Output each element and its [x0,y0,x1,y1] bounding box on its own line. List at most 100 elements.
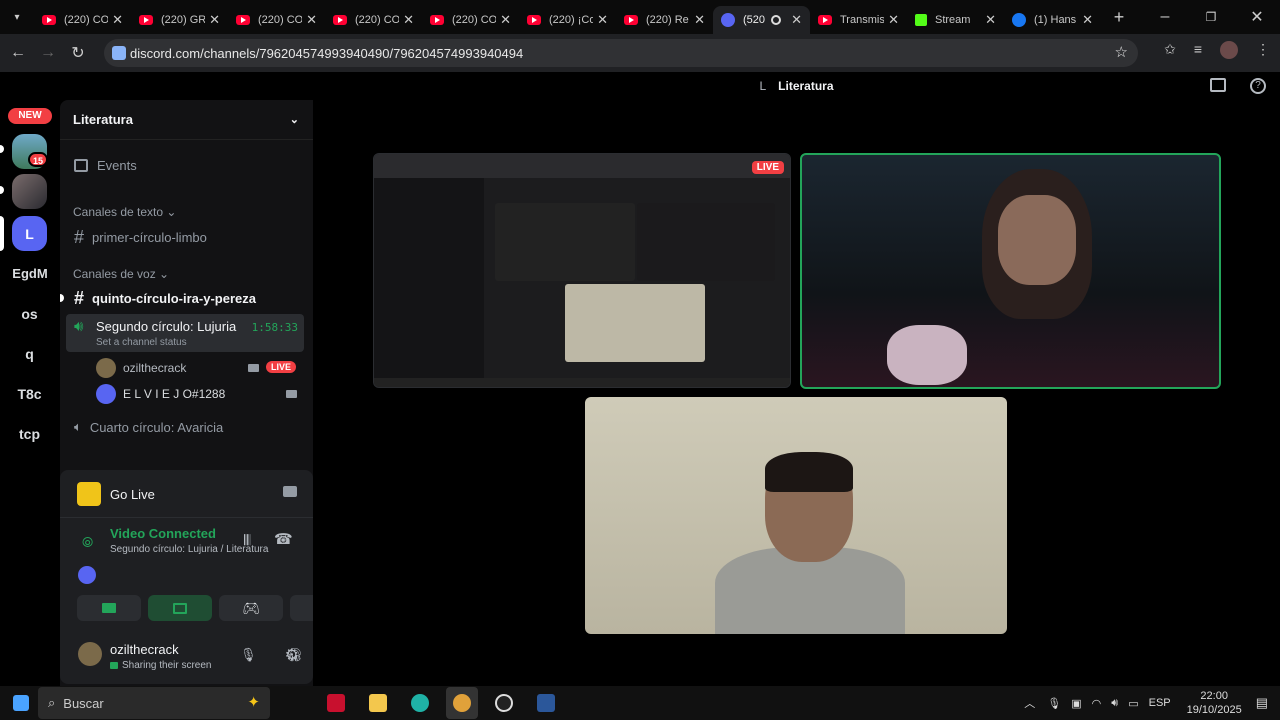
server-unread-pill [0,145,4,153]
browser-menu-icon[interactable]: ⋮ [1256,41,1270,59]
browser-toolbar: ← → ↻ discord.com/channels/7962045749939… [0,34,1280,72]
windows-start-icon[interactable] [4,687,38,719]
settings-gear-icon[interactable]: ⚙︎ [285,645,299,665]
chrome-icon[interactable] [446,687,478,719]
voice-user-ozilthecrack[interactable]: ozilthecrack LIVE [96,356,304,380]
channel-status[interactable]: Set a channel status [96,337,187,348]
browser-tab[interactable]: Transmis ✕ [810,6,907,34]
close-tab-icon[interactable]: ✕ [306,12,317,28]
stream-live-badge: LIVE [751,161,784,174]
language-indicator[interactable]: ESP [1149,697,1171,709]
screen-share-tile[interactable]: LIVE [373,153,791,388]
signal-icon: ⦾ [82,534,94,550]
close-tab-icon[interactable]: ✕ [985,12,996,28]
channel-primer-circulo-limbo[interactable]: # primer-círculo-limbo [66,222,304,252]
taskbar-search[interactable]: ⌕ Buscar ✦ [38,687,270,719]
server-icon-q[interactable]: q [12,336,47,371]
go-live-row[interactable]: Go Live [60,470,313,518]
close-tab-icon[interactable]: ✕ [209,12,220,28]
server-icon-egdm[interactable]: EgdM [8,256,52,291]
voice-timer: 1:58:33 [251,321,298,334]
close-tab-icon[interactable]: ✕ [791,12,802,28]
server-icon-2[interactable] [12,174,47,209]
video-connected-label[interactable]: Video Connected [110,526,216,541]
events-item[interactable]: Events [66,150,304,180]
media-control-icon[interactable]: ≡ [1194,41,1202,59]
browser-tab[interactable]: (220) CO ✕ [228,6,325,34]
reload-icon[interactable]: ↻ [66,41,90,65]
voice-channel-segundo-circulo[interactable]: 🔊︎ Segundo círculo: Lujuria 1:58:33 Set … [66,314,304,352]
camera-button[interactable] [77,595,141,621]
browser-tab[interactable]: (220) GR ✕ [131,6,228,34]
voice-user-elviejo[interactable]: E L V I E J O#1288 [96,382,304,406]
back-icon[interactable]: ← [6,41,30,65]
display-tray-icon[interactable]: ▣ [1071,697,1081,710]
tab-search-icon[interactable]: ▾ [0,5,34,29]
server-selected-pill [0,216,4,251]
help-icon[interactable]: ? [1250,78,1266,94]
voice-category-label: Canales de voz [73,267,156,281]
close-tab-icon[interactable]: ✕ [500,12,511,28]
server-icon-tcp[interactable]: tcp [12,416,47,451]
maximize-icon[interactable]: ❐ [1188,5,1234,29]
file-explorer-icon[interactable] [362,687,394,719]
recording-icon [771,15,782,25]
browser-tab[interactable]: (1) Hans ✕ [1004,6,1101,34]
close-tab-icon[interactable]: ✕ [403,12,414,28]
disconnect-icon[interactable]: ☎︎ [274,530,293,548]
browser-tab[interactable]: (220) Re ✕ [616,6,713,34]
close-go-live-icon[interactable] [283,486,297,497]
close-tab-icon[interactable]: ✕ [1082,12,1093,28]
notifications-icon[interactable]: ▤ [1256,695,1268,711]
bookmark-star-icon[interactable]: ☆ [1115,43,1128,61]
word-icon[interactable] [530,687,562,719]
mic-tray-icon[interactable]: 🎙︎ [1047,697,1061,710]
server-mention-badge: 15 [28,152,48,167]
close-window-icon[interactable]: ✕ [1234,5,1280,29]
site-info-icon[interactable] [112,46,126,60]
forward-icon[interactable]: → [36,41,60,65]
close-tab-icon[interactable]: ✕ [112,12,123,28]
inbox-icon[interactable] [1210,78,1226,92]
browser-tab[interactable]: Stream ✕ [907,6,1004,34]
camera-tile-speaking[interactable] [800,153,1221,389]
server-icon-t8c[interactable]: T8c [12,376,47,411]
tray-expand-icon[interactable]: ︿ [1024,695,1035,711]
camera-tile-elviejo[interactable] [585,397,1007,634]
taskbar-app-red[interactable] [320,687,352,719]
new-tab-button[interactable]: + [1107,5,1131,29]
bookmarks-icon[interactable]: ✩ [1164,41,1176,59]
live-badge: LIVE [266,361,297,373]
close-tab-icon[interactable]: ✕ [597,12,608,28]
browser-tab[interactable]: (220) CO ✕ [325,6,422,34]
channel-quinto-circulo[interactable]: # quinto-círculo-ira-y-pereza [66,283,304,313]
address-bar[interactable]: discord.com/channels/796204574993940490/… [104,39,1138,67]
activity-icon[interactable] [78,566,96,584]
obs-icon[interactable] [488,687,520,719]
edge-icon[interactable] [404,687,436,719]
voice-channel-cuarto-circulo[interactable]: 🔈︎ Cuarto círculo: Avaricia [66,412,304,442]
server-header[interactable]: Literatura ⌄ [60,100,313,140]
screen-share-button[interactable] [148,595,212,621]
close-tab-icon[interactable]: ✕ [888,12,899,28]
tab-title: (220) CO [452,14,497,26]
close-tab-icon[interactable]: ✕ [694,12,705,28]
noise-suppression-icon[interactable]: 𝄃𝄃 [244,532,250,549]
browser-tab[interactable]: (220) CO ✕ [34,6,131,34]
user-avatar[interactable] [78,642,102,666]
wifi-icon[interactable]: ◠ [1092,697,1102,710]
voice-category[interactable]: Canales de voz ⌄ [73,267,169,281]
browser-tab[interactable]: (220) ¡Co ✕ [519,6,616,34]
server-icon-literatura[interactable]: L [12,216,47,251]
minimize-icon[interactable]: – [1142,5,1188,29]
browser-tab[interactable]: (520 ✕ [713,6,810,34]
activities-button[interactable]: 🎮︎ [219,595,283,621]
battery-icon[interactable]: ▭ [1128,697,1138,710]
volume-icon[interactable]: 🔊︎ [1111,697,1118,710]
text-category[interactable]: Canales de texto ⌄ [73,205,176,219]
clock[interactable]: 22:00 19/10/2025 [1187,689,1242,717]
browser-tab[interactable]: (220) CO ✕ [422,6,519,34]
server-icon-os[interactable]: os [12,296,47,331]
microphone-icon[interactable]: 🎙︎ [240,647,257,663]
profile-avatar[interactable] [1220,41,1238,59]
